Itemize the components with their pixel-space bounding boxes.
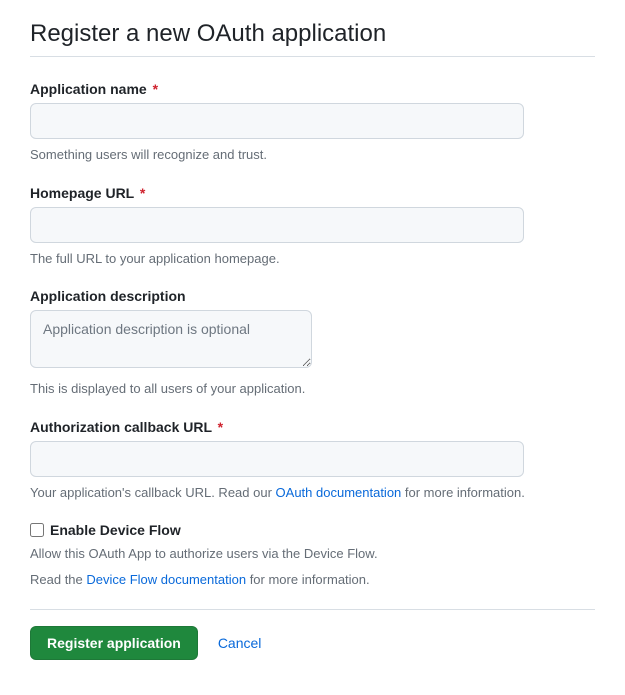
homepage-url-input[interactable]	[30, 207, 524, 243]
device-flow-hint-1: Allow this OAuth App to authorize users …	[30, 544, 595, 564]
homepage-url-label-text: Homepage URL	[30, 185, 134, 201]
form-actions: Register application Cancel	[30, 626, 595, 660]
device-flow-hint-2: Read the Device Flow documentation for m…	[30, 570, 595, 590]
page-title: Register a new OAuth application	[30, 20, 595, 57]
callback-url-label-text: Authorization callback URL	[30, 419, 212, 435]
field-callback-url: Authorization callback URL * Your applic…	[30, 419, 595, 503]
device-flow-docs-link[interactable]: Device Flow documentation	[86, 572, 246, 587]
homepage-url-hint: The full URL to your application homepag…	[30, 249, 595, 269]
callback-url-label: Authorization callback URL *	[30, 419, 595, 435]
app-description-label: Application description	[30, 288, 595, 304]
app-name-input[interactable]	[30, 103, 524, 139]
register-button[interactable]: Register application	[30, 626, 198, 660]
callback-hint-post: for more information.	[401, 485, 525, 500]
field-device-flow: Enable Device Flow Allow this OAuth App …	[30, 522, 595, 589]
device-flow-checkbox[interactable]	[30, 523, 44, 537]
device-flow-hint-pre: Read the	[30, 572, 86, 587]
homepage-url-label: Homepage URL *	[30, 185, 595, 201]
required-mark: *	[140, 185, 145, 201]
app-name-hint: Something users will recognize and trust…	[30, 145, 595, 165]
app-name-label: Application name *	[30, 81, 595, 97]
required-mark: *	[218, 419, 223, 435]
divider	[30, 609, 595, 610]
field-app-description: Application description This is displaye…	[30, 288, 595, 399]
app-name-label-text: Application name	[30, 81, 147, 97]
field-homepage-url: Homepage URL * The full URL to your appl…	[30, 185, 595, 269]
required-mark: *	[153, 81, 158, 97]
callback-url-hint: Your application's callback URL. Read ou…	[30, 483, 595, 503]
callback-hint-pre: Your application's callback URL. Read ou…	[30, 485, 276, 500]
cancel-link[interactable]: Cancel	[218, 635, 262, 651]
oauth-docs-link[interactable]: OAuth documentation	[276, 485, 402, 500]
callback-url-input[interactable]	[30, 441, 524, 477]
app-description-hint: This is displayed to all users of your a…	[30, 379, 595, 399]
device-flow-label[interactable]: Enable Device Flow	[50, 522, 181, 538]
field-app-name: Application name * Something users will …	[30, 81, 595, 165]
app-description-textarea[interactable]	[30, 310, 312, 368]
device-flow-hint-post: for more information.	[246, 572, 370, 587]
